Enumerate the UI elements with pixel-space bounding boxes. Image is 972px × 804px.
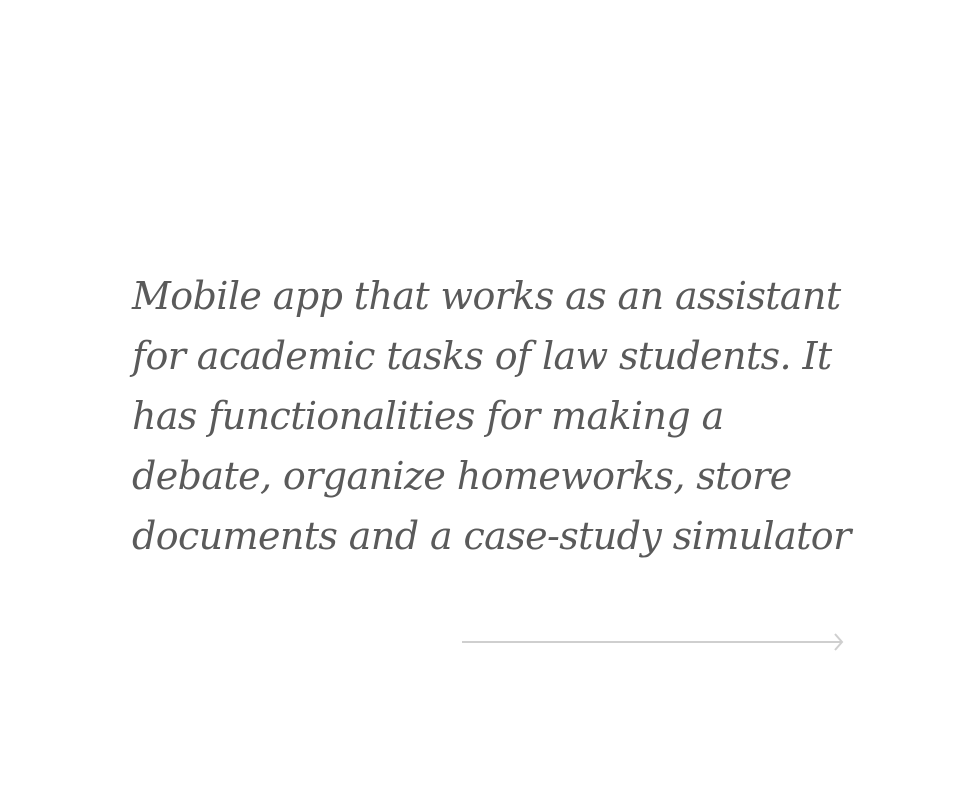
- project-card: Mobile app that works as an assistant fo…: [0, 0, 972, 804]
- project-description: Mobile app that works as an assistant fo…: [132, 274, 851, 558]
- next-arrow-link[interactable]: [462, 631, 844, 653]
- arrow-right-icon: [462, 633, 844, 651]
